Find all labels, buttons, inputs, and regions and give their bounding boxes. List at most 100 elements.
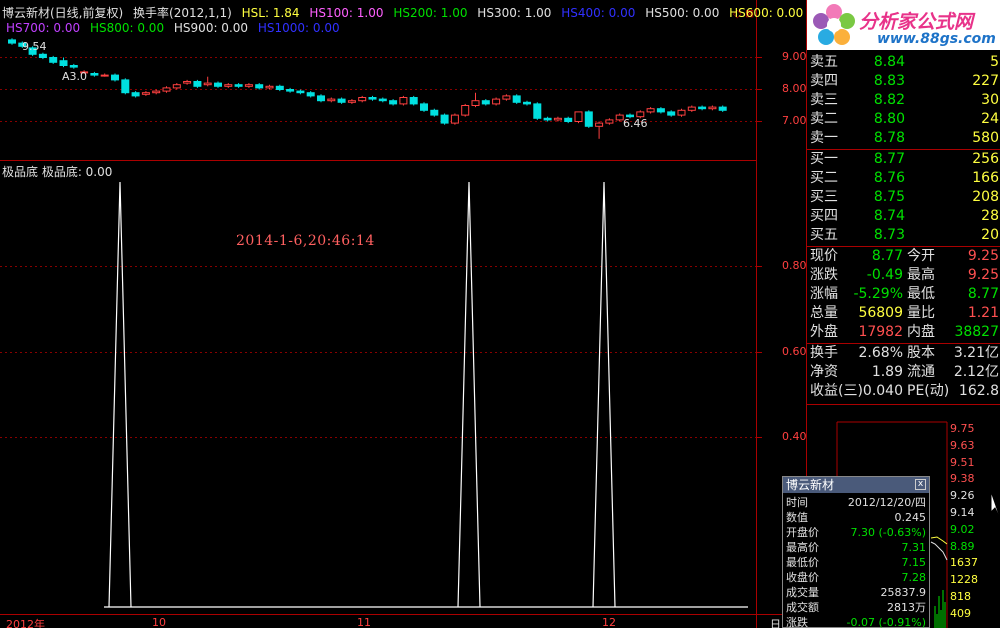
stat-value: 2.68% (858, 345, 903, 361)
stat-row: 收益(三) 0.040 PE(动) 162.8 (807, 382, 1000, 401)
main-chart[interactable]: ◇ ⊠ (0, 0, 806, 628)
hs1000-value: HS1000: 0.00 (257, 21, 340, 35)
candle-info-popup[interactable]: 博云新材 x 时间 2012/12/20/四 数值 0.245 开盘价 7.30 (-0.… (782, 476, 930, 628)
candle-body (543, 117, 552, 121)
close-icon[interactable]: x (915, 479, 926, 490)
ask-row[interactable]: 卖一 8.78 580 (807, 129, 1000, 148)
stat-value: 9.25 (967, 248, 999, 264)
ask-row[interactable]: 卖二 8.80 24 (807, 110, 1000, 129)
chart-header-2: HS700: 0.00 HS800: 0.00 HS900: 0.00 HS10… (6, 21, 346, 35)
stat-value: 9.25 (967, 267, 999, 283)
candle-body (420, 103, 428, 111)
bid-volume: 208 (972, 189, 999, 205)
stat-label: 总量 (810, 305, 838, 321)
popup-row: 成交量 25837.9 (783, 585, 929, 600)
candle-body (512, 95, 521, 103)
ask-row[interactable]: 卖五 8.84 5 (807, 53, 1000, 72)
bid-price: 8.75 (873, 189, 905, 205)
popup-label: 成交量 (786, 586, 819, 599)
stat-label: 净资 (810, 364, 838, 380)
chart-header: 博云新材(日线,前复权) 换手率(2012,1,1) HSL: 1.84 HS1… (2, 6, 809, 20)
candle-body (214, 82, 222, 87)
candle-body (152, 90, 161, 94)
mini-axis-label: 9.75 (950, 422, 975, 435)
candle-body (358, 97, 367, 102)
popup-label: 收盘价 (786, 571, 819, 584)
bid-row[interactable]: 买二 8.76 166 (807, 169, 1000, 188)
bid-row[interactable]: 买四 8.74 28 (807, 207, 1000, 226)
bid-row[interactable]: 买五 8.73 20 (807, 226, 1000, 245)
ask-price: 8.80 (873, 111, 905, 127)
candle-body (111, 74, 119, 81)
candle-body (461, 105, 470, 116)
indicator-panel-title: 极品底 极品底: 0.00 (2, 165, 113, 179)
candle-body (368, 97, 377, 100)
popup-row: 数值 0.245 (783, 510, 929, 525)
ask-price: 8.82 (873, 92, 905, 108)
candle-body (687, 106, 696, 111)
stat-label: 股本 (907, 345, 935, 361)
popup-label: 数值 (786, 511, 808, 524)
stat-value: -5.29% (853, 286, 903, 302)
stat-value: 17982 (858, 324, 903, 340)
ask-label: 卖二 (810, 111, 838, 127)
bid-price: 8.77 (873, 151, 905, 167)
candle-body (141, 92, 150, 95)
candle-body (59, 60, 68, 67)
candle-body (430, 109, 439, 116)
ask-volume: 5 (990, 54, 999, 70)
indicator-line (104, 181, 748, 608)
popup-value: 7.28 (901, 571, 927, 584)
high-marker: 9.54 (22, 40, 47, 53)
hs300-value: HS300: 1.00 (477, 6, 552, 20)
stat-row: 总量 56809 量比 1.21 (807, 304, 1000, 323)
popup-value: 2012/12/20/四 (847, 496, 926, 509)
popup-header[interactable]: 博云新材 x (783, 477, 929, 493)
candle-body (409, 97, 418, 105)
candle-body (275, 85, 284, 91)
candle-body (533, 103, 542, 119)
bid-row[interactable]: 买三 8.75 208 (807, 188, 1000, 207)
price-axis-label: 8.00 (782, 82, 807, 95)
bid-volume: 20 (981, 227, 999, 243)
candle-body (523, 101, 531, 105)
popup-value: 7.15 (901, 556, 927, 569)
candle-body (636, 111, 645, 118)
popup-label: 涨跌 (786, 616, 808, 628)
popup-value: 25837.9 (880, 586, 927, 599)
stat-value: 38827 (954, 324, 999, 340)
ask-volume: 24 (981, 111, 999, 127)
candle-body (8, 39, 16, 44)
candle-body (718, 106, 727, 111)
popup-label: 成交额 (786, 601, 819, 614)
candle-body (296, 90, 305, 94)
bid-row[interactable]: 买一 8.77 256 (807, 150, 1000, 169)
popup-row: 最高价 7.31 (783, 540, 929, 555)
price-axis-label: 9.00 (782, 50, 807, 63)
hs100-value: HS100: 1.00 (309, 6, 384, 20)
hs900-value: HS900: 0.00 (173, 21, 249, 35)
site-logo[interactable]: 分析家公式网 www.88gs.com (807, 0, 1000, 50)
mini-axis-label: 8.89 (950, 539, 975, 553)
ask-row[interactable]: 卖四 8.83 227 (807, 72, 1000, 91)
low-marker: 6.46 (623, 117, 648, 130)
ask-label: 卖四 (810, 73, 838, 89)
stat-value: 0.040 (862, 383, 903, 399)
ask-price: 8.84 (873, 54, 905, 70)
indicator-title: 换手率(2012,1,1) (133, 6, 232, 20)
candle-body (378, 98, 387, 102)
stat-value: 56809 (858, 305, 903, 321)
candle-body (49, 57, 58, 63)
popup-row: 时间 2012/12/20/四 (783, 495, 929, 510)
popup-row: 最低价 7.15 (783, 555, 929, 570)
indicator-axis-label: 0.40 (782, 430, 807, 443)
candle-body (193, 81, 202, 87)
popup-row: 开盘价 7.30 (-0.63%) (783, 525, 929, 540)
stat-row: 外盘 17982 内盘 38827 (807, 323, 1000, 342)
candle-body (481, 100, 490, 105)
mini-axis-label: 9.26 (950, 489, 975, 503)
bid-label: 买三 (810, 189, 838, 205)
ask-volume: 580 (972, 130, 999, 146)
candle-body (337, 98, 346, 103)
ask-row[interactable]: 卖三 8.82 30 (807, 91, 1000, 110)
